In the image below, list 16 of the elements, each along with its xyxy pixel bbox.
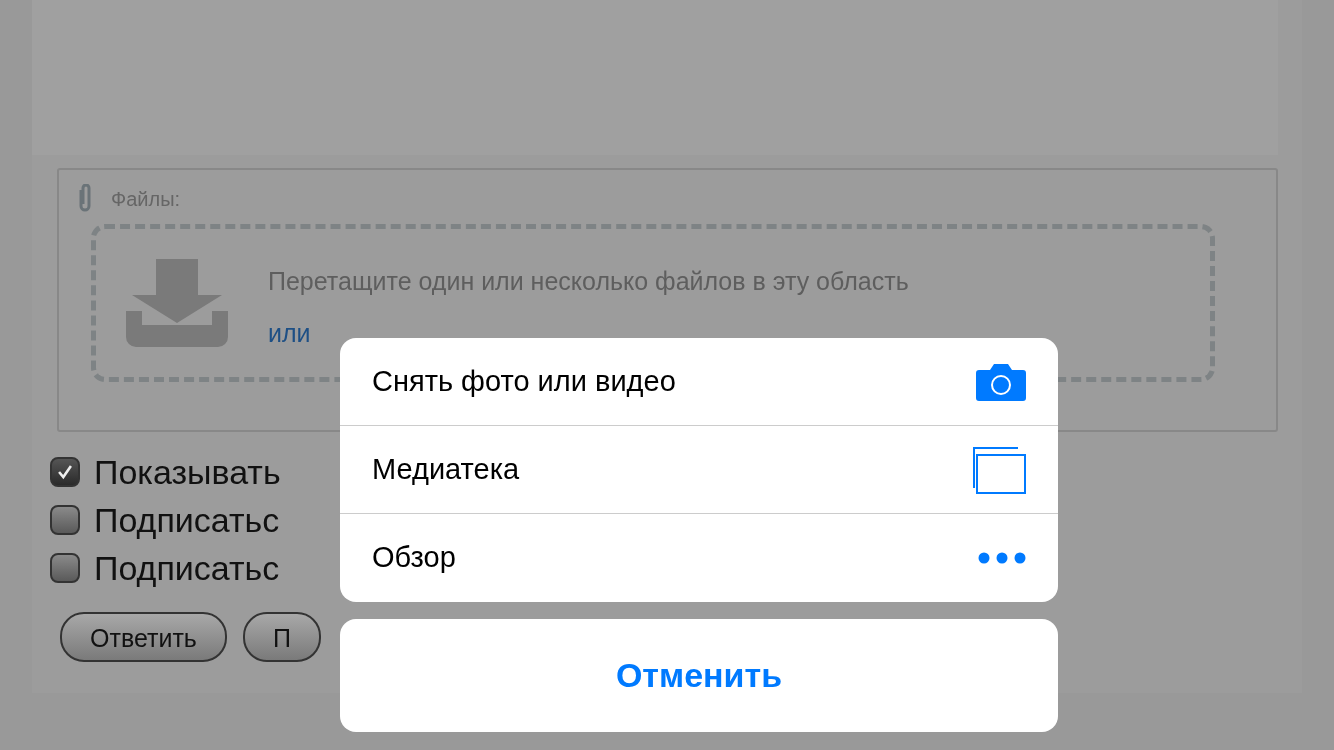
more-icon bbox=[978, 552, 1026, 564]
checkbox[interactable] bbox=[50, 457, 80, 487]
checkbox-label: Показывать bbox=[94, 452, 281, 493]
sheet-action[interactable]: Медиатека bbox=[340, 426, 1058, 514]
checkbox[interactable] bbox=[50, 553, 80, 583]
checkbox-label: Подписатьс bbox=[94, 500, 280, 541]
checkbox[interactable] bbox=[50, 505, 80, 535]
sheet-action[interactable]: Снять фото или видео bbox=[340, 338, 1058, 426]
camera-icon bbox=[976, 362, 1026, 401]
download-icon bbox=[126, 259, 228, 347]
cancel-button[interactable]: Отменить bbox=[340, 619, 1058, 732]
action-button[interactable]: П bbox=[242, 612, 321, 662]
sheet-action[interactable]: Обзор bbox=[340, 514, 1058, 602]
drop-instruction: Перетащите один или несколько файлов в эту область bbox=[268, 266, 909, 297]
checkbox-label: Подписатьс bbox=[94, 548, 280, 589]
action-button[interactable]: Ответить bbox=[60, 612, 227, 662]
